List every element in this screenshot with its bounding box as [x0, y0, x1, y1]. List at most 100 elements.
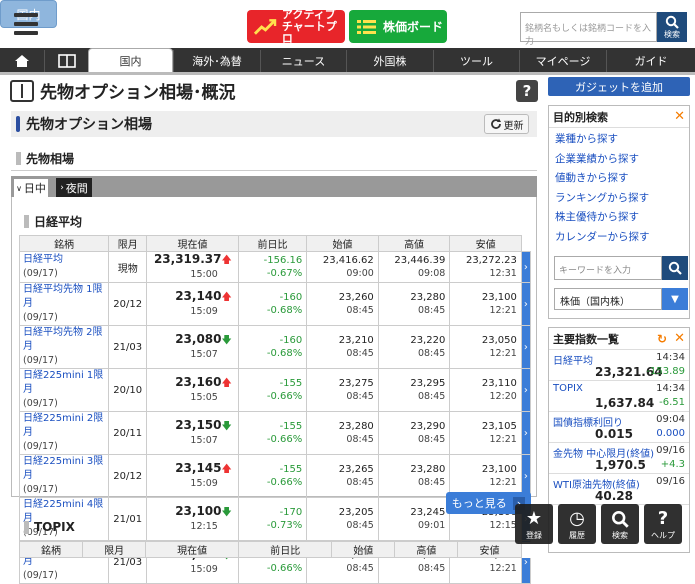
- instrument-link[interactable]: 日経平均先物 1限月: [23, 283, 108, 311]
- cell-change: -156.16 -0.67%: [237, 251, 308, 283]
- add-gadget-button[interactable]: ガジェットを追加: [548, 77, 690, 96]
- row-detail-chevron-icon[interactable]: ›: [520, 282, 532, 326]
- instrument-link[interactable]: 日経225mini 2限月: [23, 412, 108, 440]
- subsection-title: 先物相場: [26, 152, 75, 166]
- cell-open: 23,280 08:45: [306, 411, 379, 455]
- nav-tab-overseas[interactable]: 海外･為替: [173, 50, 260, 72]
- cell-change: -155 -0.66%: [237, 454, 308, 498]
- col-header-change: 前日比: [237, 235, 308, 252]
- index-name[interactable]: 日経平均: [553, 352, 593, 367]
- link-by-benefits[interactable]: 株主優待から探す: [549, 208, 689, 228]
- link-by-ranking[interactable]: ランキングから探す: [549, 189, 689, 209]
- index-item[interactable]: TOPIX 14:34 1,637.84 -6.51: [549, 381, 689, 412]
- subsection-heading: 先物相場: [16, 150, 74, 167]
- search-input[interactable]: 銘柄名もしくは銘柄コードを入力: [520, 12, 657, 47]
- change-percent: -0.66%: [266, 434, 303, 445]
- fab-search-label: 検索: [612, 531, 628, 540]
- star-icon: ★: [525, 508, 543, 529]
- change-value: -160: [279, 335, 303, 346]
- register-button[interactable]: ★ 登録: [515, 504, 553, 544]
- hamburger-menu-icon[interactable]: [14, 13, 38, 35]
- index-item[interactable]: WTI原油先物(終値) 09/16 40.28: [549, 474, 689, 505]
- arrow-down-icon: 🡇: [221, 421, 232, 432]
- change-percent: -0.66%: [266, 477, 303, 488]
- price-time: 15:00: [190, 269, 218, 280]
- cell-name: 日経225mini 4限月 (09/17): [18, 497, 110, 541]
- high-time: 08:45: [417, 477, 446, 488]
- group-nikkei-title: 日経平均: [34, 215, 83, 229]
- table-row[interactable]: 日経平均先物 2限月 (09/17) 21/03 23,080🡇 15:07 -160 -0…: [18, 325, 532, 369]
- nav-tab-tools[interactable]: ツール: [433, 50, 519, 72]
- stock-board-button[interactable]: 株価ボード: [349, 10, 447, 43]
- index-item[interactable]: 金先物 中心限月(終値) 09/16 1,970.5 +4.3: [549, 443, 689, 474]
- nav-tab-guide[interactable]: ガイド: [606, 50, 695, 72]
- book-icon: [57, 54, 76, 68]
- index-change: -6.51: [659, 397, 685, 408]
- refresh-icon: [490, 118, 501, 129]
- nav-book[interactable]: [44, 50, 88, 72]
- search-button[interactable]: 検索: [657, 12, 687, 42]
- high-time: 09:08: [417, 268, 446, 279]
- quote-date: (09/17): [23, 312, 58, 323]
- table-row[interactable]: 日経平均 (09/17) 現物 23,319.37🡅 15:00 -156.16 -0.67…: [18, 251, 532, 283]
- arrow-up-icon: 🡅: [221, 255, 232, 266]
- link-by-price-move[interactable]: 値動きから探す: [549, 169, 689, 189]
- help-button[interactable]: ?: [516, 80, 538, 102]
- purpose-search-title: 目的別検索: [553, 110, 608, 124]
- more-label: もっと見る: [451, 497, 507, 510]
- tab-day-session[interactable]: ∨ 日中: [13, 178, 49, 197]
- link-by-calendar[interactable]: カレンダーから探す: [549, 228, 689, 248]
- row-detail-chevron-icon[interactable]: ›: [520, 368, 532, 412]
- index-item[interactable]: 国債指標利回り 09:04 0.015 0.000: [549, 412, 689, 443]
- close-icon[interactable]: ✕: [674, 109, 685, 124]
- table-header-row: 銘柄 限月 現在値 前日比 始値 高値 安値: [18, 235, 531, 252]
- fab-help-button[interactable]: ? ヘルプ: [644, 504, 682, 544]
- index-item[interactable]: 日経平均 14:34 23,321.64 -153.89: [549, 350, 689, 381]
- link-by-industry[interactable]: 業種から探す: [549, 130, 689, 150]
- high-price: 23,245: [410, 507, 446, 518]
- refresh-icon[interactable]: ↻: [657, 332, 667, 346]
- row-detail-chevron-icon[interactable]: ›: [520, 251, 532, 283]
- chevron-down-icon[interactable]: ▼: [662, 288, 688, 310]
- link-by-earnings[interactable]: 企業業績から探す: [549, 150, 689, 170]
- instrument-link[interactable]: 日経225mini 3限月: [23, 455, 108, 483]
- instrument-link[interactable]: 日経平均先物 2限月: [23, 326, 108, 354]
- open-time: 08:45: [346, 563, 374, 574]
- fab-search-button[interactable]: 検索: [601, 504, 639, 544]
- index-name[interactable]: TOPIX: [553, 383, 583, 394]
- instrument-link[interactable]: 日経平均: [23, 253, 108, 267]
- keyword-search-button[interactable]: [662, 256, 688, 280]
- table-row[interactable]: 日経225mini 1限月 (09/17) 20/10 23,160🡅 15:05 -15…: [18, 368, 532, 412]
- arrow-down-icon: 🡇: [221, 335, 232, 346]
- col-header-spacer: [521, 235, 531, 252]
- keyword-input[interactable]: キーワードを入力: [554, 256, 662, 280]
- open-price: 23,265: [338, 464, 374, 475]
- major-indices-title: 主要指数一覧: [553, 332, 619, 346]
- nav-tab-news[interactable]: ニュース: [260, 50, 346, 72]
- keyword-category-select[interactable]: 株価（国内株）: [554, 288, 662, 310]
- nav-home[interactable]: [0, 50, 44, 72]
- tab-night-session[interactable]: › 夜間: [56, 178, 92, 197]
- purpose-search-header: 目的別検索 ✕: [549, 106, 689, 128]
- table-row[interactable]: 日経225mini 2限月 (09/17) 20/11 23,150🡇 15:07 -15…: [18, 411, 532, 455]
- active-chart-pro-button[interactable]: アクティブ チャートプロ: [247, 8, 345, 45]
- history-button[interactable]: ◷ 履歴: [558, 504, 596, 544]
- nav-tab-foreign-stock[interactable]: 外国株: [346, 50, 433, 72]
- refresh-button[interactable]: 更新: [484, 114, 529, 134]
- cell-month: 21/01: [108, 497, 148, 541]
- close-icon[interactable]: ✕: [674, 331, 685, 346]
- indices-list: 日経平均 14:34 23,321.64 -153.89 TOPIX 14:34 1,637…: [549, 350, 689, 505]
- row-detail-chevron-icon[interactable]: ›: [520, 325, 532, 369]
- book-icon: [10, 79, 34, 102]
- nav-tab-mypage[interactable]: マイページ: [519, 50, 606, 72]
- nav-tab-domestic[interactable]: 国内: [88, 48, 173, 72]
- price-time: 15:09: [190, 564, 218, 575]
- history-label: 履歴: [569, 531, 585, 540]
- active-chart-line2: チャートプロ: [281, 19, 337, 45]
- table-row[interactable]: 日経平均先物 1限月 (09/17) 20/12 23,140🡅 15:09 -160 -0…: [18, 282, 532, 326]
- instrument-link[interactable]: 日経225mini 1限月: [23, 369, 108, 397]
- register-label: 登録: [526, 531, 542, 540]
- group-topix-title: TOPIX: [34, 520, 75, 534]
- open-time: 08:45: [346, 348, 374, 359]
- row-detail-chevron-icon[interactable]: ›: [520, 411, 532, 455]
